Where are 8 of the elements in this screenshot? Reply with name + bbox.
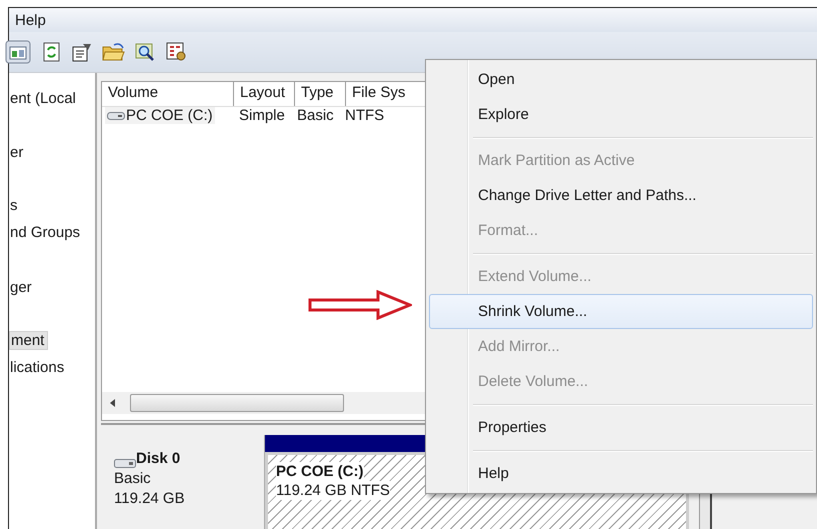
disk-type: Basic xyxy=(114,469,152,489)
disk-size: 119.24 GB xyxy=(114,489,186,509)
partition-name: PC COE (C:) xyxy=(276,462,364,481)
disk-name: Disk 0 xyxy=(114,449,254,469)
partition-detail: 119.24 GB NTFS xyxy=(276,481,390,500)
table-cell: Simple xyxy=(239,107,285,124)
table-cell: NTFS xyxy=(345,107,384,124)
table-cell: Basic xyxy=(297,107,334,124)
